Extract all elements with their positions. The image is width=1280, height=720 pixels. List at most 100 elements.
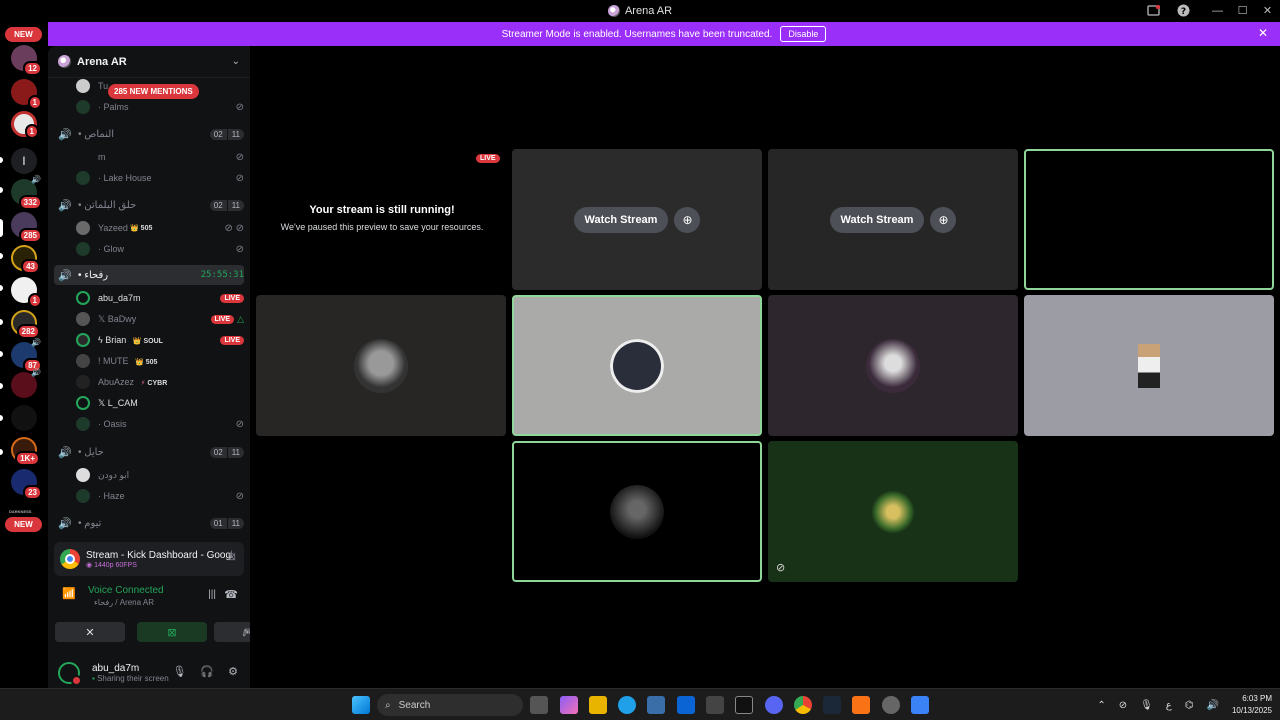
stream-tile[interactable]: Watch Stream ⊕ [768, 149, 1018, 290]
volume-icon[interactable]: 🔊 [1207, 700, 1219, 711]
watch-stream-button[interactable]: Watch Stream [573, 206, 669, 233]
outlook-icon[interactable] [677, 696, 695, 714]
voice-user[interactable]: abu_da7m LIVE [76, 288, 244, 308]
activities-button[interactable]: 🎮 [214, 622, 250, 642]
server-icon-arena-ar[interactable]: 285 [11, 212, 42, 243]
voice-user[interactable]: AbuAzez ⚡ CYBR [76, 372, 244, 392]
voice-user[interactable]: · Haze ⊘ [76, 486, 244, 506]
chevron-up-icon[interactable]: ⌃ [1097, 700, 1105, 711]
close-window-button[interactable]: ✕ [1255, 0, 1280, 21]
store-icon[interactable] [647, 696, 665, 714]
ctrl-app-icon[interactable] [735, 696, 753, 714]
app-icon[interactable] [852, 696, 870, 714]
stream-tile[interactable]: Watch Stream ⊕ [512, 149, 762, 290]
server-icon[interactable]: 1 [11, 277, 42, 308]
chevron-down-icon[interactable]: ⌄ [232, 56, 240, 67]
app-icon[interactable] [706, 696, 724, 714]
participant-tile[interactable] [768, 295, 1018, 436]
network-icon[interactable]: ⊘ [1119, 700, 1127, 711]
windows-start-icon[interactable] [352, 696, 370, 714]
server-icon[interactable]: 23 [11, 469, 42, 500]
server-icon[interactable]: 1K+ [11, 437, 40, 466]
stop-stream-icon[interactable]: ⊠ [228, 552, 236, 563]
wifi-icon[interactable]: ⌬ [1185, 700, 1194, 711]
app-icon[interactable] [911, 696, 929, 714]
participant-tile[interactable] [512, 441, 762, 582]
banner-text: Streamer Mode is enabled. Usernames have… [501, 28, 773, 40]
minimize-button[interactable]: — [1205, 0, 1230, 21]
server-icon[interactable]: 1 [11, 111, 39, 139]
copilot-icon[interactable] [560, 696, 578, 714]
inbox-icon[interactable] [1146, 3, 1161, 18]
participant-tile[interactable]: ⊘ [768, 441, 1018, 582]
popout-stream-icon[interactable]: ⊕ [930, 206, 957, 233]
voice-user-name: · Haze [98, 491, 125, 501]
mic-tray-icon[interactable]: 🎙 [1140, 700, 1153, 711]
disconnect-icon[interactable]: ☎ [224, 588, 238, 601]
voice-channel[interactable]: 🔊 حايل • 02 11 [54, 442, 244, 462]
voice-user[interactable]: 𝕏 BaDwy LIVE △ [76, 309, 244, 329]
headphones-icon[interactable]: 🎧 [200, 665, 214, 678]
voice-user[interactable]: ابو دودن [76, 465, 244, 485]
popout-stream-icon[interactable]: ⊕ [674, 206, 701, 233]
participant-tile[interactable] [1024, 149, 1274, 290]
participant-tile[interactable] [512, 295, 762, 436]
new-unreads-pill-top[interactable]: NEW [5, 27, 42, 42]
speaker-icon: 🔊 [31, 175, 41, 184]
avatar [76, 489, 90, 503]
voice-user[interactable]: · Lake House ⊘ [76, 168, 244, 188]
voice-connected-status[interactable]: Voice Connected [88, 585, 164, 596]
voice-user[interactable]: m ⊘ [76, 147, 244, 167]
server-icon[interactable]: 43 [11, 245, 40, 274]
task-view-icon[interactable] [530, 696, 548, 714]
voice-user-name: abu_da7m [98, 293, 141, 303]
taskbar-search[interactable]: ⌕ Search [377, 694, 523, 716]
server-icon[interactable]: 282 [11, 310, 40, 339]
new-mentions-pill[interactable]: 285 NEW MENTIONS [108, 84, 199, 99]
voice-user[interactable]: Yazeed 👑 505 ⊘ ⊘ [76, 218, 244, 238]
voice-channel-active[interactable]: 🔊 رفحاء • 25:55:31 [54, 265, 244, 285]
signal-icon[interactable]: 📶 [62, 587, 80, 605]
close-banner-icon[interactable]: ✕ [1258, 26, 1268, 40]
voice-channel[interactable]: 🔊 حلق البلماتن • 02 11 [54, 195, 244, 215]
participant-tile[interactable] [1024, 295, 1274, 436]
server-icon[interactable] [11, 405, 37, 431]
language-indicator[interactable]: ع [1166, 700, 1172, 711]
voice-channel[interactable]: 🔊 النماص • 02 11 [54, 124, 244, 144]
stream-off-icon: ⊘ [235, 101, 244, 113]
avatar [76, 333, 90, 347]
voice-user[interactable]: 𝕏 L_CAM [76, 393, 244, 413]
settings-gear-icon[interactable]: ⚙ [228, 665, 238, 678]
chrome-taskbar-icon[interactable] [794, 696, 812, 714]
voice-user[interactable]: · Palms ⊘ [76, 97, 244, 117]
maximize-button[interactable]: ☐ [1230, 0, 1255, 21]
help-icon[interactable]: ? [1176, 3, 1191, 18]
noise-suppression-icon[interactable]: ||| [208, 589, 216, 600]
discord-icon[interactable] [765, 696, 783, 714]
voice-channel[interactable]: 🔊 تيوم • 01 11 [54, 513, 244, 533]
voice-user[interactable]: ϟ Brian 👑 SOUL LIVE [76, 330, 244, 350]
participant-tile[interactable] [256, 295, 506, 436]
disable-streamer-mode-button[interactable]: Disable [780, 26, 827, 42]
server-icon-l[interactable]: l [11, 148, 37, 174]
voice-user[interactable]: · Oasis ⊘ [76, 414, 244, 434]
screen-share-button[interactable]: ⊠ [137, 622, 207, 642]
microphone-icon[interactable]: 🎙 [172, 665, 186, 678]
camera-toggle-button[interactable]: ✕ [55, 622, 125, 642]
server-icon[interactable]: 🔊 [11, 368, 41, 398]
steam-icon[interactable] [823, 696, 841, 714]
watch-stream-button[interactable]: Watch Stream [829, 206, 925, 233]
file-explorer-icon[interactable] [589, 696, 607, 714]
server-icon[interactable]: 🔊 87 [11, 338, 42, 373]
app-icon[interactable] [882, 696, 900, 714]
server-header[interactable]: Arena AR ⌄ [48, 46, 250, 78]
server-icon[interactable]: 12 [11, 45, 42, 76]
user-avatar[interactable] [58, 662, 82, 686]
clock[interactable]: 6:03 PM 10/13/2025 [1232, 693, 1272, 717]
new-unreads-pill-bottom[interactable]: NEW [5, 517, 42, 532]
voice-user[interactable]: · Glow ⊘ [76, 239, 244, 259]
voice-user[interactable]: ! MUTE 👑 505 [76, 351, 244, 371]
server-icon[interactable]: 🔊 332 [11, 175, 42, 210]
edge-icon[interactable] [618, 696, 636, 714]
server-icon[interactable]: 1 [11, 79, 42, 110]
